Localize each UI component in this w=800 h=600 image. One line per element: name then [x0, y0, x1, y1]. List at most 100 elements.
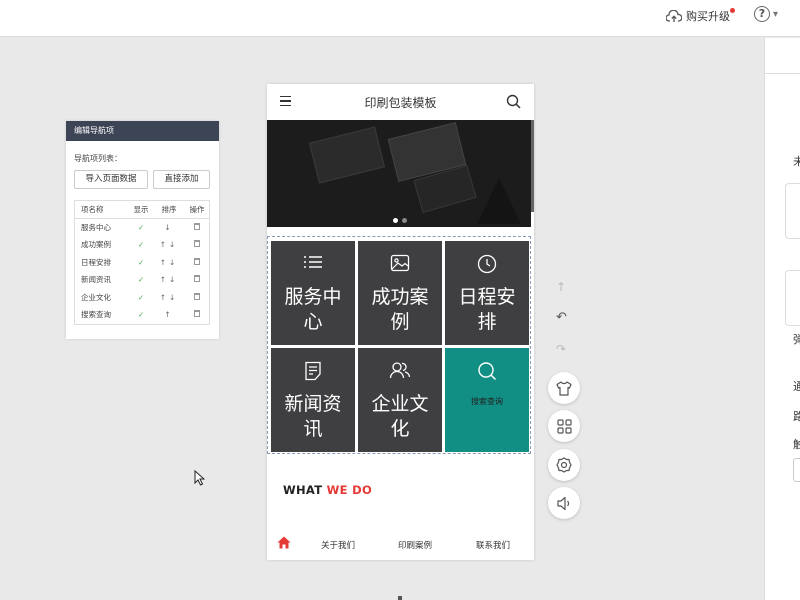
- panel-label-3: 通: [793, 380, 800, 393]
- properties-panel-tab[interactable]: [765, 38, 800, 74]
- carousel-dot[interactable]: [393, 218, 398, 223]
- nav-tile[interactable]: 日程安排: [445, 241, 529, 345]
- visible-check-icon[interactable]: ✓: [129, 258, 153, 267]
- hero-banner[interactable]: [267, 120, 531, 227]
- sort-arrows[interactable]: ↑↓: [153, 240, 185, 249]
- banner-image: [477, 178, 521, 224]
- nav-tile-active[interactable]: 搜索查询: [445, 348, 529, 452]
- nav-tile-label: 企业文化: [371, 393, 429, 440]
- nav-item-name: 成功案例: [81, 240, 111, 250]
- import-page-data-button[interactable]: 导入页面数据: [74, 170, 148, 189]
- column-header: 操作: [189, 204, 205, 214]
- trash-icon[interactable]: [194, 240, 200, 248]
- grid-icon: [556, 418, 572, 434]
- trash-icon[interactable]: [194, 292, 200, 300]
- nav-tile-label: 服务中心: [284, 286, 342, 333]
- visible-check-icon[interactable]: ✓: [129, 223, 153, 232]
- panel-label-5: 触: [793, 438, 800, 451]
- home-icon[interactable]: [277, 536, 291, 549]
- settings-button[interactable]: [548, 449, 580, 481]
- section-heading: WHAT WE DO: [283, 483, 372, 497]
- help-menu[interactable]: ? ▾: [753, 6, 778, 22]
- panel-label-2: 弹: [793, 333, 800, 346]
- menu-icon[interactable]: [280, 96, 291, 106]
- image-icon: [390, 254, 410, 272]
- nav-tile-label: 日程安排: [458, 286, 516, 333]
- table-row: 日程安排 ✓ ↑↓: [75, 254, 209, 272]
- trash-icon[interactable]: [194, 275, 200, 283]
- nav-item-name: 企业文化: [81, 292, 111, 302]
- redo-icon[interactable]: ↷: [556, 342, 566, 356]
- carousel-dots[interactable]: [391, 218, 409, 223]
- visible-check-icon[interactable]: ✓: [129, 275, 153, 284]
- phone-header: 印刷包装模板: [267, 84, 534, 120]
- section-heading-highlight: WE DO: [326, 483, 373, 497]
- panel-option-card[interactable]: [785, 183, 800, 239]
- nav-tile-label: 搜索查询: [471, 397, 503, 406]
- table-row: 服务中心 ✓ ↓: [75, 219, 209, 237]
- theme-button[interactable]: [548, 372, 580, 404]
- banner-image: [308, 126, 386, 184]
- notification-dot: [730, 8, 735, 13]
- sort-arrows[interactable]: ↓: [153, 223, 185, 232]
- table-header: 项名称 显示 排序 操作: [75, 201, 209, 219]
- visible-check-icon[interactable]: ✓: [129, 240, 153, 249]
- visible-check-icon[interactable]: ✓: [129, 310, 153, 319]
- undo-icon[interactable]: ↶: [556, 310, 567, 325]
- panel-input[interactable]: [793, 458, 800, 482]
- scrollbar[interactable]: [531, 120, 534, 212]
- search-icon: [478, 362, 497, 381]
- mouse-cursor-icon: [194, 470, 205, 486]
- edit-nav-panel: 编辑导航项 导航项列表： 导入页面数据 直接添加 项名称 显示 排序 操作 服务…: [66, 121, 219, 339]
- components-button[interactable]: [548, 410, 580, 442]
- sort-arrows[interactable]: ↑↓: [153, 293, 185, 302]
- carousel-dot[interactable]: [402, 218, 407, 223]
- nav-list-label: 导航项列表：: [74, 154, 122, 163]
- nav-tile[interactable]: 成功案例: [358, 241, 442, 345]
- nav-tile[interactable]: 新闻资讯: [271, 348, 355, 452]
- table-row: 企业文化 ✓ ↑↓: [75, 289, 209, 307]
- page-title: 印刷包装模板: [364, 95, 437, 110]
- nav-grid[interactable]: 服务中心 成功案例 日程安排 新闻资讯 企业文 化 搜索查询: [267, 236, 531, 454]
- trash-icon[interactable]: [194, 257, 200, 265]
- panel-option-card[interactable]: [785, 270, 800, 326]
- tab-about[interactable]: 关于我们: [321, 539, 355, 551]
- nav-item-name: 搜索查询: [81, 310, 111, 320]
- shirt-icon: [556, 380, 572, 396]
- sort-arrows[interactable]: ↑: [153, 310, 185, 319]
- visible-check-icon[interactable]: ✓: [129, 293, 153, 302]
- add-directly-button[interactable]: 直接添加: [153, 170, 210, 189]
- speaker-icon: [557, 496, 570, 510]
- sort-arrows[interactable]: ↑↓: [153, 258, 185, 267]
- tab-contact[interactable]: 联系我们: [476, 539, 510, 551]
- nav-item-name: 服务中心: [81, 222, 111, 232]
- table-row: 新闻资讯 ✓ ↑↓: [75, 271, 209, 289]
- list-icon: [304, 256, 322, 268]
- trash-icon[interactable]: [194, 222, 200, 230]
- column-header: 排序: [161, 204, 177, 214]
- nav-tile[interactable]: 服务中心: [271, 241, 355, 345]
- nav-item-name: 日程安排: [81, 257, 111, 267]
- nav-item-name: 新闻资讯: [81, 275, 111, 285]
- arrow-up-icon[interactable]: ↑: [556, 280, 566, 294]
- properties-panel: 未 弹 通 路 触: [764, 38, 800, 600]
- gear-icon: [556, 457, 572, 473]
- scroll-indicator: [398, 596, 402, 600]
- music-button[interactable]: [548, 487, 580, 519]
- trash-icon[interactable]: [194, 310, 200, 318]
- help-circle-icon: ?: [753, 6, 770, 22]
- panel-label-1: 未: [793, 155, 800, 168]
- search-icon[interactable]: [506, 94, 521, 109]
- top-bar: 购买升级 ? ▾: [0, 0, 800, 37]
- tab-cases[interactable]: 印刷案例: [398, 539, 432, 551]
- people-icon: [389, 362, 411, 379]
- table-row: 搜索查询 ✓ ↑: [75, 306, 209, 324]
- buy-upgrade-button[interactable]: 购买升级: [666, 8, 735, 24]
- bottom-tab-bar: 关于我们 印刷案例 联系我们: [267, 530, 534, 560]
- sort-arrows[interactable]: ↑↓: [153, 275, 185, 284]
- nav-tile[interactable]: 企业文化: [358, 348, 442, 452]
- table-row: 成功案例 ✓ ↑↓: [75, 236, 209, 254]
- column-header: 显示: [133, 204, 149, 214]
- phone-preview: 印刷包装模板 服务中心 成功案 例 日程安 排 新闻资 讯 企业文 化 搜索查询…: [267, 84, 534, 560]
- edit-nav-title: 编辑导航项: [66, 121, 219, 141]
